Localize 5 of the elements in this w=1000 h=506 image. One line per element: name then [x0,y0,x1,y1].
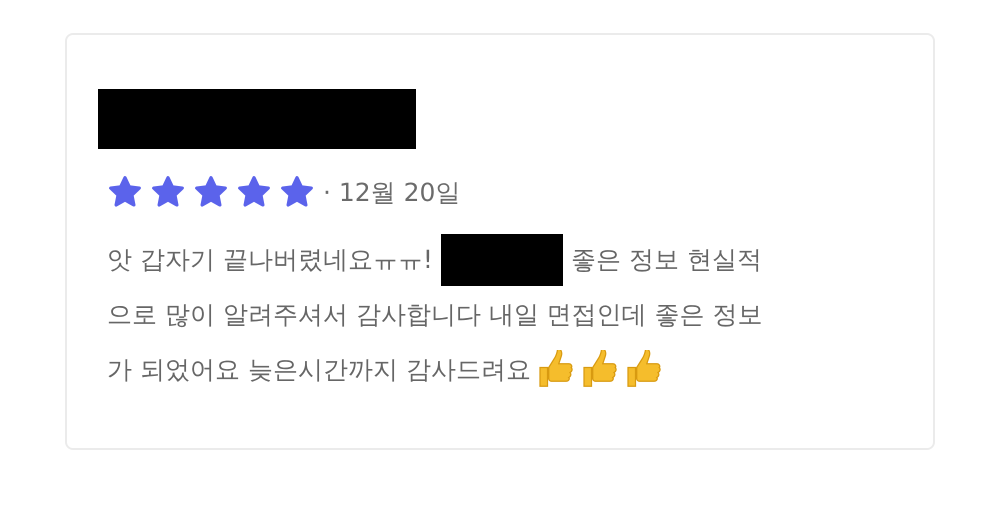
review-text: 으로 많이 알려주셔서 감사합니다 내일 면접인데 좋은 정보 [107,299,763,331]
review-text: 가 되었어요 늦은시간까지 감사드려요 [107,354,531,386]
review-text: 좋은 정보 현실적 [570,244,762,276]
review-text: 앗 갑자기 끝나버렸네요ㅠㅠ! [107,244,433,276]
review-date: · 12월 20일 [323,176,460,208]
